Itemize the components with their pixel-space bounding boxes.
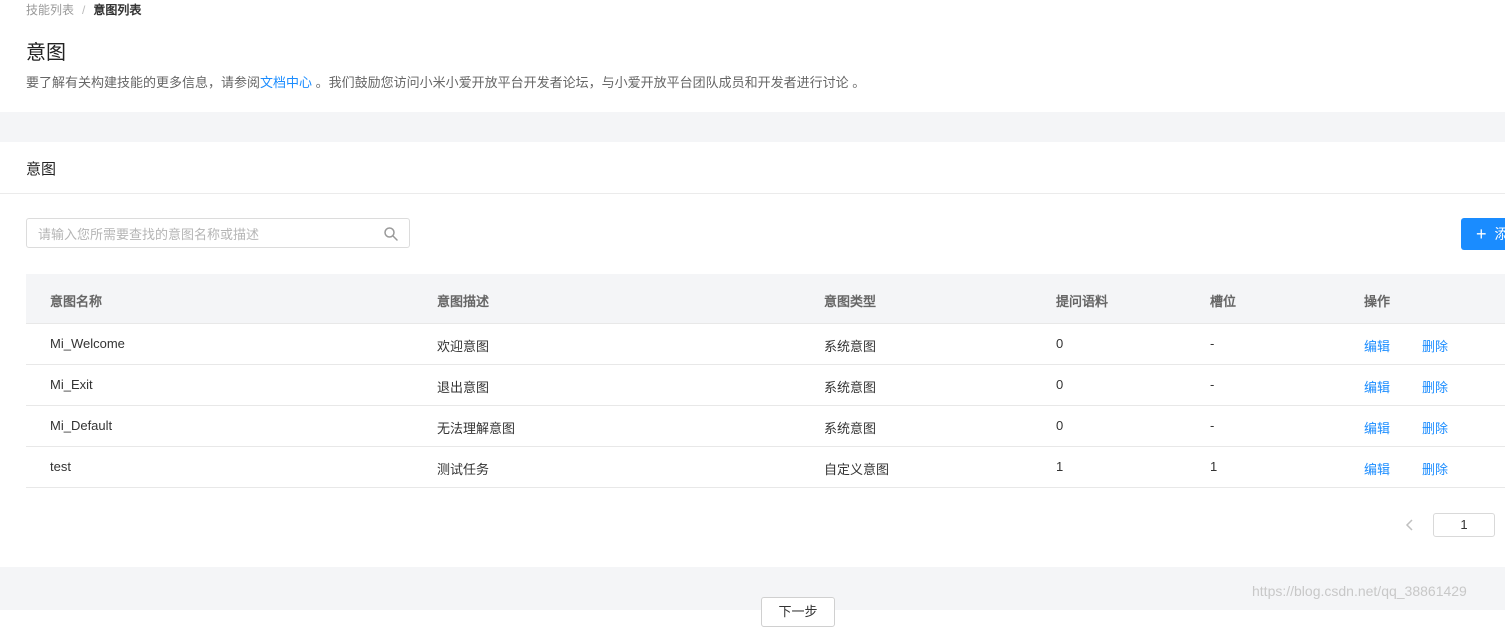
page-title: 意图 [26, 42, 66, 64]
description-prefix: 要了解有关构建技能的更多信息，请参阅 [26, 75, 261, 90]
utterances-count-cell: 0 [1056, 418, 1064, 433]
section-divider-band [0, 112, 1505, 142]
edit-link[interactable]: 编辑 [1364, 418, 1390, 437]
intent-description-cell: 欢迎意图 [437, 339, 490, 354]
column-header-description: 意图描述 [437, 294, 490, 309]
edit-link[interactable]: 编辑 [1364, 377, 1390, 396]
intent-type-cell: 自定义意图 [824, 462, 890, 477]
delete-link[interactable]: 删除 [1422, 459, 1448, 478]
table-header: 意图名称 意图描述 意图类型 提问语料 槽位 操作 [26, 274, 1505, 324]
delete-link[interactable]: 删除 [1422, 418, 1448, 437]
add-intent-label: 添 [1494, 226, 1505, 242]
breadcrumb-separator: / [82, 3, 86, 17]
column-header-actions: 操作 [1364, 294, 1391, 309]
column-header-type: 意图类型 [824, 294, 877, 309]
add-intent-button[interactable]: + 添 [1461, 218, 1505, 250]
breadcrumb-current: 意图列表 [93, 3, 142, 17]
intent-type-cell: 系统意图 [824, 380, 877, 395]
search-icon[interactable] [383, 226, 399, 242]
column-header-utterances: 提问语料 [1056, 294, 1109, 309]
chevron-left-icon[interactable] [1402, 516, 1418, 534]
intent-description-cell: 退出意图 [437, 380, 490, 395]
edit-link[interactable]: 编辑 [1364, 336, 1390, 355]
table-row: test 测试任务 自定义意图 1 1 编辑 删除 [26, 447, 1505, 488]
utterances-count-cell: 0 [1056, 377, 1064, 392]
edit-link[interactable]: 编辑 [1364, 459, 1390, 478]
intent-name-cell: Mi_Welcome [50, 336, 125, 351]
intent-name-cell: Mi_Default [50, 418, 113, 433]
intent-description-cell: 无法理解意图 [437, 421, 516, 436]
pagination-current-page[interactable]: 1 [1433, 513, 1495, 537]
delete-link[interactable]: 删除 [1422, 336, 1448, 355]
intent-name-cell: test [50, 459, 71, 474]
slots-count-cell: 1 [1210, 459, 1218, 474]
intent-table: 意图名称 意图描述 意图类型 提问语料 槽位 操作 Mi_Welcome 欢迎意… [26, 274, 1505, 488]
plus-icon: + [1476, 224, 1487, 244]
table-row: Mi_Exit 退出意图 系统意图 0 - 编辑 删除 [26, 365, 1505, 406]
slots-count-cell: - [1210, 336, 1215, 351]
utterances-count-cell: 1 [1056, 459, 1064, 474]
intent-type-cell: 系统意图 [824, 339, 877, 354]
slots-count-cell: - [1210, 418, 1215, 433]
page-description: 要了解有关构建技能的更多信息，请参阅文档中心 。我们鼓励您访问小米小爱开放平台开… [26, 72, 865, 91]
next-step-button[interactable]: 下一步 [761, 597, 835, 627]
delete-link[interactable]: 删除 [1422, 377, 1448, 396]
breadcrumb: 技能列表 / 意图列表 [26, 1, 141, 18]
intent-description-cell: 测试任务 [437, 462, 490, 477]
description-suffix: 。我们鼓励您访问小米小爱开放平台开发者论坛，与小爱开放平台团队成员和开发者进行讨… [312, 75, 866, 90]
column-header-name: 意图名称 [50, 294, 103, 309]
intent-type-cell: 系统意图 [824, 421, 877, 436]
breadcrumb-parent[interactable]: 技能列表 [26, 3, 74, 17]
column-header-slots: 槽位 [1210, 294, 1237, 309]
watermark: https://blog.csdn.net/qq_38861429 [1252, 583, 1467, 599]
search-input[interactable] [38, 225, 368, 243]
search-box[interactable] [26, 218, 410, 248]
card-divider [0, 193, 1505, 194]
table-row: Mi_Default 无法理解意图 系统意图 0 - 编辑 删除 [26, 406, 1505, 447]
slots-count-cell: - [1210, 377, 1215, 392]
card-title: 意图 [26, 161, 57, 178]
table-row: Mi_Welcome 欢迎意图 系统意图 0 - 编辑 删除 [26, 324, 1505, 365]
intent-name-cell: Mi_Exit [50, 377, 93, 392]
docs-center-link[interactable]: 文档中心 [260, 75, 312, 90]
utterances-count-cell: 0 [1056, 336, 1064, 351]
